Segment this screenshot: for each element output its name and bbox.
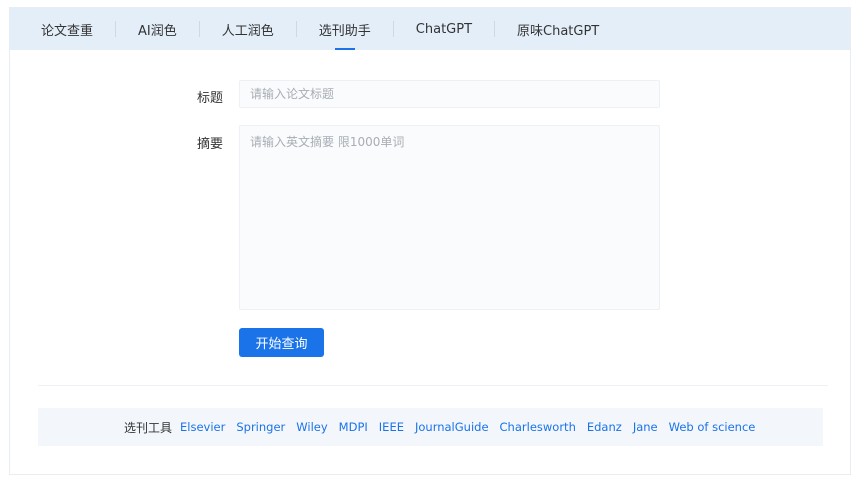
tab-human-polish[interactable]: 人工润色 (200, 8, 296, 50)
page-frame: 论文查重 AI润色 人工润色 选刊助手 ChatGPT 原味ChatGPT 标题… (9, 7, 851, 475)
link-jane[interactable]: Jane (633, 420, 658, 434)
title-label: 标题 (196, 91, 223, 106)
tab-chatgpt[interactable]: ChatGPT (394, 8, 494, 50)
journal-tools-bar: 选刊工具 Elsevier Springer Wiley MDPI IEEE J… (38, 408, 823, 446)
tab-label: 选刊助手 (318, 23, 371, 39)
journal-tools-label: 选刊工具 (124, 420, 173, 435)
link-web-of-science[interactable]: Web of science (669, 420, 756, 434)
link-ieee[interactable]: IEEE (379, 420, 404, 434)
tab-plagiarism-check[interactable]: 论文查重 (10, 8, 115, 50)
abstract-label: 摘要 (196, 137, 223, 152)
tab-original-chatgpt[interactable]: 原味ChatGPT (495, 8, 621, 50)
link-elsevier[interactable]: Elsevier (180, 420, 225, 434)
link-springer[interactable]: Springer (236, 420, 285, 434)
start-query-button[interactable]: 开始查询 (239, 328, 324, 357)
link-journalguide[interactable]: JournalGuide (415, 420, 489, 434)
title-input[interactable] (239, 80, 660, 108)
tab-journal-finder[interactable]: 选刊助手 (297, 8, 393, 50)
tab-label: ChatGPT (415, 21, 473, 37)
divider (38, 385, 828, 386)
tab-label: AI润色 (138, 23, 177, 39)
tab-label: 原味ChatGPT (517, 23, 600, 39)
link-edanz[interactable]: Edanz (587, 420, 622, 434)
tab-bar: 论文查重 AI润色 人工润色 选刊助手 ChatGPT 原味ChatGPT (10, 8, 850, 50)
tab-label: 论文查重 (41, 23, 94, 39)
link-wiley[interactable]: Wiley (296, 420, 327, 434)
tab-label: 人工润色 (221, 23, 274, 39)
abstract-input[interactable] (239, 125, 660, 310)
link-charlesworth[interactable]: Charlesworth (500, 420, 576, 434)
tab-ai-polish[interactable]: AI润色 (116, 8, 199, 50)
link-mdpi[interactable]: MDPI (339, 420, 368, 434)
